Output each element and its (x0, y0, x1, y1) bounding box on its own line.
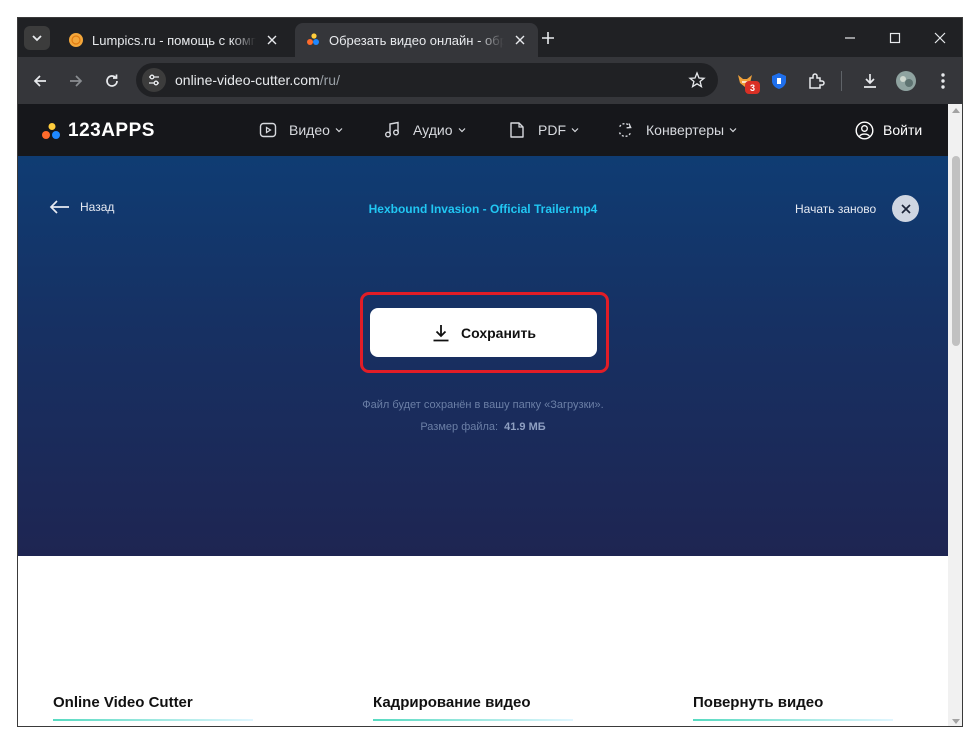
extensions-button[interactable] (804, 69, 828, 93)
tab-strip: Lumpics.ru - помощь с компьютером Обреза… (18, 18, 962, 57)
tab-video-cutter[interactable]: Обрезать видео онлайн - обрезать видео (295, 23, 538, 57)
site-header: 123APPS Видео Аудио PDF Конвертеры Войти (18, 104, 948, 156)
footer-link-label: Повернуть видео (693, 694, 824, 711)
tune-icon (149, 74, 159, 86)
footer-link-crop-video[interactable]: Кадрирование видео (373, 694, 573, 721)
file-size-row: Размер файла: 41.9 МБ (18, 421, 948, 433)
back-button[interactable] (28, 69, 52, 93)
save-location-note: Файл будет сохранён в вашу папку «Загруз… (362, 399, 604, 411)
address-bar[interactable]: online-video-cutter.com/ru/ (136, 63, 718, 97)
bookmark-star-icon[interactable] (688, 71, 706, 89)
url-host: online-video-cutter.com (175, 72, 320, 88)
close-icon (934, 32, 946, 44)
nav-label: Видео (289, 122, 330, 138)
restart-link[interactable]: Начать заново (795, 202, 876, 216)
nav-label: Конвертеры (646, 122, 725, 138)
extension-badge-count: 3 (745, 81, 760, 94)
avatar-icon (896, 71, 916, 91)
extension-shield-button[interactable] (767, 69, 791, 93)
save-panel: Назад Hexbound Invasion - Official Trail… (18, 156, 948, 556)
video-icon (259, 122, 277, 138)
tab-lumpics[interactable]: Lumpics.ru - помощь с компьютером (58, 23, 290, 57)
convert-arrows-icon (618, 122, 632, 138)
arrow-left-icon (33, 75, 46, 87)
document-icon (510, 122, 524, 138)
save-label: Сохранить (461, 324, 536, 341)
login-label: Войти (883, 122, 923, 138)
download-icon (864, 74, 876, 88)
browser-toolbar: online-video-cutter.com/ru/ 3 (18, 57, 962, 104)
footer-link-underline (373, 719, 573, 721)
site-logo[interactable]: 123APPS (41, 120, 155, 142)
reload-icon (106, 74, 118, 87)
maximize-icon (889, 32, 901, 44)
scroll-up-arrow-icon[interactable] (952, 108, 960, 113)
scrollbar-thumb[interactable] (952, 156, 960, 346)
footer-link-underline (53, 719, 253, 721)
close-editor-button[interactable] (892, 195, 919, 222)
downloads-button[interactable] (858, 69, 882, 93)
url-text: online-video-cutter.com/ru/ (175, 72, 340, 88)
new-tab-button[interactable] (538, 28, 558, 48)
tab-title: Lumpics.ru - помощь с компьютером (92, 32, 256, 48)
page-scrollbar[interactable] (948, 104, 962, 726)
footer-link-label: Online Video Cutter (53, 694, 193, 711)
tab-close-icon[interactable] (512, 32, 528, 48)
plus-icon (542, 32, 554, 44)
nav-label: Аудио (413, 122, 453, 138)
logo-text: 123APPS (68, 120, 155, 141)
lumpics-favicon-icon (69, 33, 83, 47)
download-icon (433, 324, 449, 341)
music-note-icon (385, 121, 399, 138)
web-page: 123APPS Видео Аудио PDF Конвертеры Войти… (18, 104, 948, 726)
browser-menu-button[interactable] (931, 69, 955, 93)
chevron-down-icon (335, 128, 343, 133)
user-icon (855, 120, 874, 140)
url-path: /ru/ (319, 72, 340, 88)
close-icon (900, 203, 911, 214)
tab-search-button[interactable] (24, 26, 50, 50)
arrow-right-icon (70, 75, 83, 87)
nav-audio[interactable]: Аудио (383, 104, 467, 156)
footer-link-video-cutter[interactable]: Online Video Cutter (53, 694, 253, 721)
reload-button[interactable] (100, 69, 124, 93)
browser-window: Lumpics.ru - помощь с компьютером Обреза… (17, 17, 963, 727)
nav-label: PDF (538, 122, 566, 138)
login-button[interactable]: Войти (855, 104, 922, 156)
more-vert-icon (941, 73, 945, 89)
maximize-button[interactable] (885, 28, 905, 48)
logo-dots-icon (42, 123, 60, 139)
scroll-down-arrow-icon[interactable] (952, 719, 960, 724)
puzzle-icon (809, 73, 825, 89)
chevron-down-icon (729, 128, 737, 133)
close-window-button[interactable] (930, 28, 950, 48)
file-size-value: 41.9 МБ (504, 421, 546, 433)
nav-converters[interactable]: Конвертеры (616, 104, 738, 156)
file-size-label: Размер файла: (420, 421, 499, 433)
save-button[interactable]: Сохранить (370, 308, 597, 357)
chevron-down-icon (571, 128, 579, 133)
site-info-button[interactable] (142, 68, 166, 92)
footer-link-underline (693, 719, 893, 721)
minimize-icon (845, 37, 855, 39)
chevron-down-icon (458, 128, 465, 133)
forward-button[interactable] (64, 69, 88, 93)
extension-badge-button[interactable]: 3 (733, 69, 760, 94)
tab-title: Обрезать видео онлайн - обрезать видео (329, 32, 504, 48)
footer-link-rotate-video[interactable]: Повернуть видео (693, 694, 893, 721)
chevron-down-icon (32, 35, 42, 42)
nav-pdf[interactable]: PDF (508, 104, 580, 156)
minimize-button[interactable] (840, 28, 860, 48)
profile-avatar[interactable] (894, 69, 918, 93)
tab-close-icon[interactable] (264, 32, 280, 48)
toolbar-divider (841, 71, 842, 91)
app-favicon-icon (307, 33, 319, 45)
nav-video[interactable]: Видео (259, 104, 344, 156)
shield-icon (772, 73, 786, 89)
footer-link-label: Кадрирование видео (373, 694, 531, 711)
